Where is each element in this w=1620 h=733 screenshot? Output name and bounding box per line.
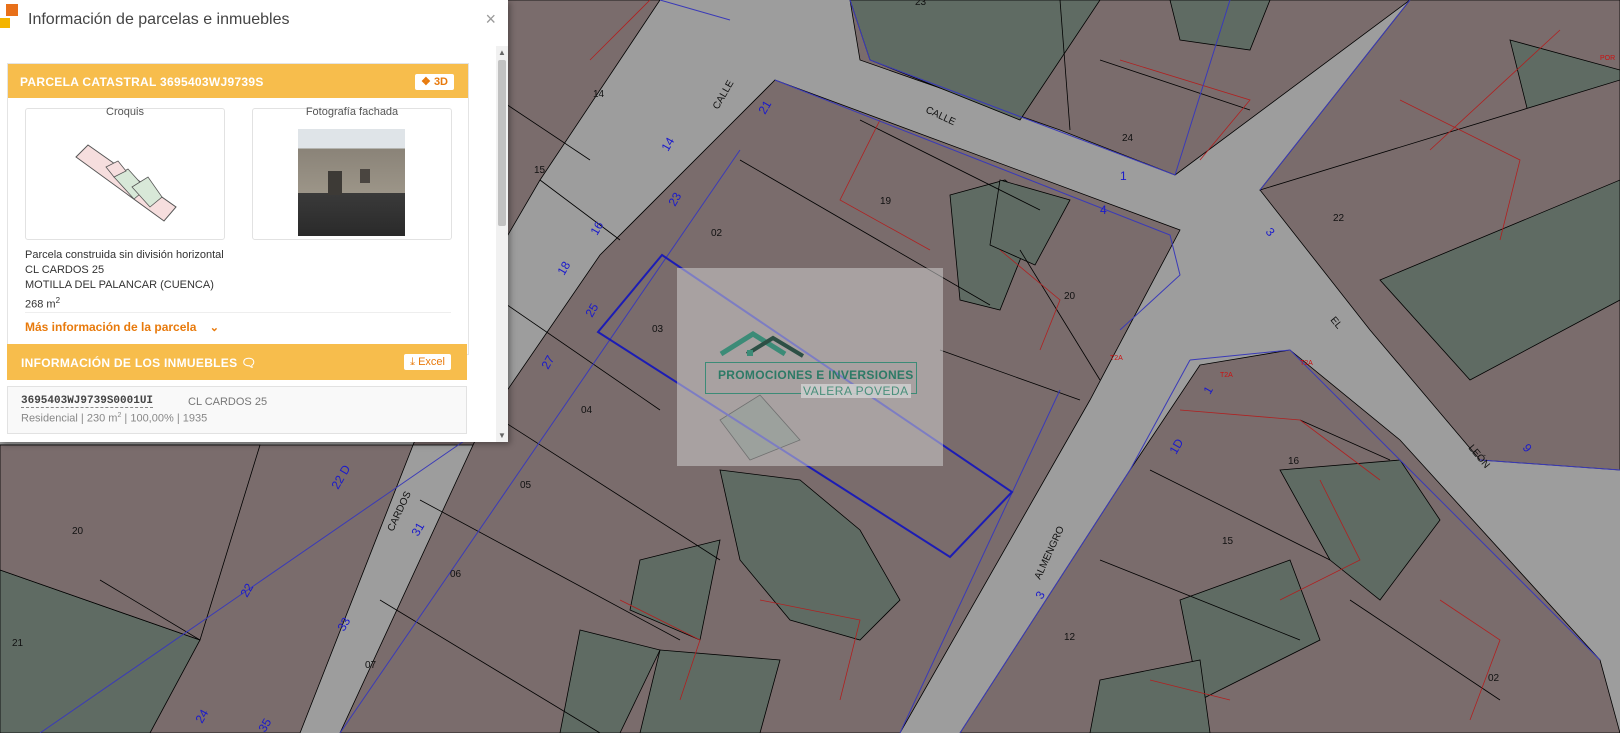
facade-photo xyxy=(298,129,405,236)
parcel-card: PARCELA CATASTRAL 3695403WJ9739S ❖ 3D Cr… xyxy=(7,63,469,355)
croquis-thumbnail[interactable]: Croquis xyxy=(25,106,225,240)
parcel-label: 03 xyxy=(652,324,664,335)
view-3d-label: 3D xyxy=(433,76,448,88)
inmuebles-header: INFORMACIÓN DE LOS INMUEBLES 🗨 ⤓ Excel xyxy=(7,344,467,380)
parcel-info: Parcela construida sin división horizont… xyxy=(25,248,224,313)
app-logo-icon xyxy=(0,4,20,28)
parcel-label: 15 xyxy=(1222,536,1234,547)
parcel-header-title: PARCELA CATASTRAL 3695403WJ9739S xyxy=(20,75,264,89)
facade-caption: Fotografía fachada xyxy=(305,106,399,118)
parcel-label: 12 xyxy=(1064,632,1076,643)
watermark-subtitle: VALERA POVEDA xyxy=(801,384,911,398)
parcel-type: Parcela construida sin división horizont… xyxy=(25,249,224,261)
parcel-sketch-image xyxy=(75,144,177,222)
parcel-label: 15 xyxy=(534,165,546,176)
parcel-label: 20 xyxy=(1064,291,1076,302)
inmueble-row[interactable]: 3695403WJ9739S0001UI CL CARDOS 25 Reside… xyxy=(7,386,467,434)
parcel-municipality: MOTILLA DEL PALANCAR (CUENCA) xyxy=(25,279,214,291)
scrollbar-thumb[interactable] xyxy=(498,60,506,226)
map-tag: T2A xyxy=(1220,372,1233,379)
comment-icon: 🗨 xyxy=(241,356,257,370)
parcel-label: 20 xyxy=(72,526,84,537)
parcel-label: 23 xyxy=(915,0,927,8)
more-info-label: Más información de la parcela xyxy=(25,320,197,334)
panel-content[interactable]: PARCELA CATASTRAL 3695403WJ9739S ❖ 3D Cr… xyxy=(0,46,496,442)
croquis-caption: Croquis xyxy=(106,106,144,118)
map-tag: T2A xyxy=(1110,355,1123,362)
parcel-label: 02 xyxy=(711,228,723,239)
excel-export-button[interactable]: ⤓ Excel xyxy=(404,354,451,370)
inmueble-ref-link[interactable]: 3695403WJ9739S0001UI xyxy=(21,395,154,408)
parcel-area: 268 m2 xyxy=(25,296,61,311)
parcel-address: CL CARDOS 25 xyxy=(25,264,105,276)
parcel-label: 07 xyxy=(365,660,377,671)
parcel-label: 21 xyxy=(12,638,24,649)
inmuebles-card: INFORMACIÓN DE LOS INMUEBLES 🗨 ⤓ Excel 3… xyxy=(7,344,467,442)
watermark-box: PROMOCIONES E INVERSIONES VALERA POVEDA xyxy=(705,362,917,398)
scroll-down-icon[interactable]: ▼ xyxy=(498,431,506,440)
street-number: 4 xyxy=(1100,203,1107,217)
parcel-label: 22 xyxy=(1333,213,1345,224)
house-logo-icon xyxy=(719,331,805,358)
divider xyxy=(25,312,451,313)
cubes-icon: ❖ xyxy=(421,76,431,88)
scroll-up-icon[interactable]: ▲ xyxy=(498,48,506,57)
parcel-label: 04 xyxy=(581,405,593,416)
panel-title: Información de parcelas e inmuebles xyxy=(28,11,290,28)
excel-label: Excel xyxy=(418,356,445,368)
parcel-label: 19 xyxy=(880,196,892,207)
street-number: 1 xyxy=(1120,169,1127,183)
parcel-label: 24 xyxy=(1122,133,1134,144)
parcel-label: 14 xyxy=(593,89,605,100)
info-panel: Información de parcelas e inmuebles × PA… xyxy=(0,0,508,442)
watermark-title: PROMOCIONES E INVERSIONES xyxy=(718,368,914,382)
map-tag: T2A xyxy=(1300,360,1313,367)
more-info-link[interactable]: Más información de la parcela ⌄ xyxy=(25,320,219,334)
map-tag: POR xyxy=(1600,55,1615,62)
inmueble-address: CL CARDOS 25 xyxy=(188,396,268,408)
inmueble-meta: Residencial | 230 m2 | 100,00% | 1935 xyxy=(21,412,208,425)
facade-thumbnail[interactable]: Fotografía fachada xyxy=(252,106,452,240)
parcel-label: 06 xyxy=(450,569,462,580)
parcel-label: 16 xyxy=(1288,456,1300,467)
parcel-label: 02 xyxy=(1488,673,1500,684)
chevron-down-icon: ⌄ xyxy=(209,322,219,334)
close-icon[interactable]: × xyxy=(485,9,496,30)
parcel-card-header: PARCELA CATASTRAL 3695403WJ9739S ❖ 3D xyxy=(8,64,468,98)
watermark-overlay: PROMOCIONES E INVERSIONES VALERA POVEDA xyxy=(677,268,943,466)
view-3d-button[interactable]: ❖ 3D xyxy=(415,74,454,90)
download-icon: ⤓ xyxy=(410,356,416,368)
inmuebles-title: INFORMACIÓN DE LOS INMUEBLES 🗨 xyxy=(21,356,257,370)
panel-scrollbar[interactable]: ▲ ▼ xyxy=(496,46,508,442)
parcel-label: 05 xyxy=(520,480,532,491)
